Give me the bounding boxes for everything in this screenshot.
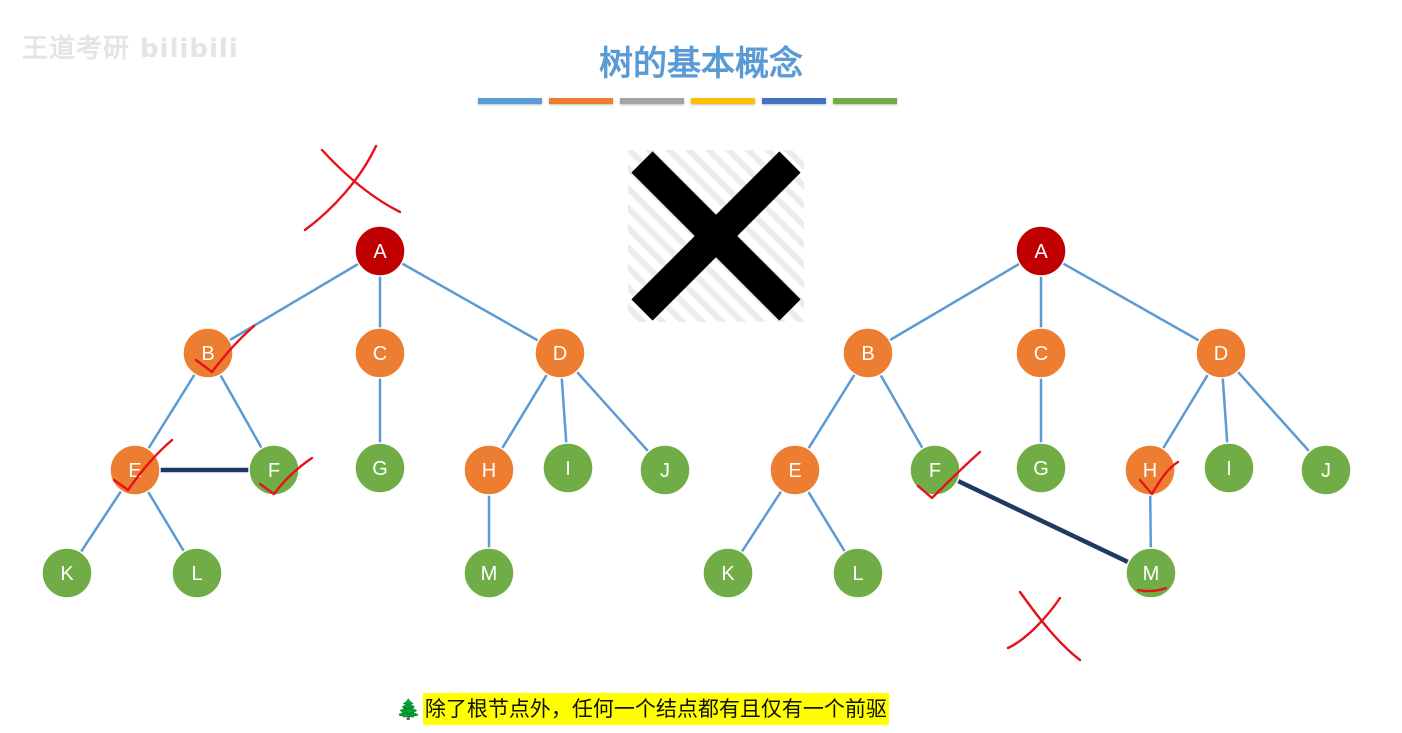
node-label: E (788, 460, 801, 482)
tree-icon: 🌲 (396, 697, 421, 721)
node-i: I (542, 442, 594, 494)
node-label: G (1033, 458, 1049, 480)
node-l: L (832, 547, 884, 599)
edge-a-d (1040, 249, 1222, 355)
node-label: G (372, 458, 388, 480)
node-label: C (1034, 343, 1048, 365)
node-a: A (354, 225, 406, 277)
node-d: D (1195, 327, 1247, 379)
node-label: H (1143, 460, 1157, 482)
node-label: K (60, 563, 74, 585)
node-label: M (1143, 563, 1160, 585)
node-j: J (639, 444, 691, 496)
cross-icon (628, 150, 804, 322)
edge-a-b (867, 249, 1042, 355)
node-e: E (769, 444, 821, 496)
node-label: B (201, 343, 214, 365)
node-a: A (1015, 225, 1067, 277)
node-label: D (1214, 343, 1228, 365)
edge-a-b (207, 249, 381, 355)
node-k: K (702, 547, 754, 599)
node-l: L (171, 547, 223, 599)
cross-mark-bottom (1006, 590, 1082, 662)
node-label: K (721, 563, 735, 585)
node-label: M (481, 563, 498, 585)
node-j: J (1300, 444, 1352, 496)
node-label: D (553, 343, 567, 365)
node-g: G (1015, 442, 1067, 494)
node-label: H (482, 460, 496, 482)
node-h: H (463, 444, 515, 496)
node-label: C (373, 343, 387, 365)
node-label: L (852, 563, 863, 585)
node-m: M (463, 547, 515, 599)
node-g: G (354, 442, 406, 494)
node-b: B (182, 327, 234, 379)
edge-a-d (379, 249, 561, 355)
node-label: F (929, 460, 941, 482)
node-label: L (191, 563, 202, 585)
caption: 🌲 除了根节点外，任何一个结点都有且仅有一个前驱 (396, 693, 889, 725)
node-f: F (909, 444, 961, 496)
node-e: E (109, 444, 161, 496)
node-label: A (373, 241, 387, 263)
caption-text: 除了根节点外，任何一个结点都有且仅有一个前驱 (422, 693, 889, 725)
tree-diagram: A B C D E F G H I J K L M A B C D E F G H I J K L M (41, 144, 1352, 662)
node-label: B (861, 343, 874, 365)
cross-mark-top (303, 144, 402, 232)
node-c: C (354, 327, 406, 379)
node-label: I (565, 458, 571, 480)
node-label: A (1034, 241, 1048, 263)
node-label: J (1321, 460, 1331, 482)
node-k: K (41, 547, 93, 599)
node-d: D (534, 327, 586, 379)
node-b: B (842, 327, 894, 379)
node-f: F (248, 444, 300, 496)
node-i: I (1203, 442, 1255, 494)
tree-left: A B C D E F G H I J K L M (41, 225, 691, 599)
node-c: C (1015, 327, 1067, 379)
node-label: F (268, 460, 280, 482)
node-label: I (1226, 458, 1232, 480)
node-label: J (660, 460, 670, 482)
